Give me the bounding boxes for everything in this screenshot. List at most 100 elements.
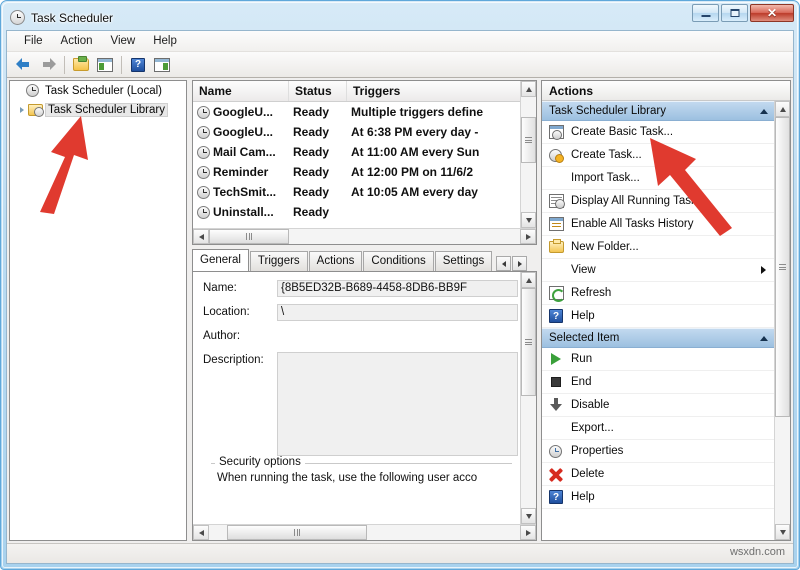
actions-group-task-scheduler-library[interactable]: Task Scheduler Library	[542, 101, 774, 121]
action-label: Create Basic Task...	[571, 126, 674, 138]
show-hide-console-tree-button[interactable]	[94, 54, 116, 75]
tree-node-label: Task Scheduler Library	[45, 102, 168, 117]
description-field[interactable]	[277, 352, 518, 456]
action-refresh[interactable]: Refresh	[542, 282, 774, 305]
security-options-text: When running the task, use the following…	[217, 472, 478, 484]
tab-settings[interactable]: Settings	[434, 251, 493, 271]
actions-pane-title: Actions	[542, 81, 790, 101]
scroll-right-arrow[interactable]	[520, 525, 536, 540]
tab-scroll-right-button[interactable]	[512, 256, 528, 271]
task-clock-icon	[197, 185, 210, 199]
action-help[interactable]: ? Help	[542, 305, 774, 328]
tree-node-task-scheduler-local[interactable]: Task Scheduler (Local)	[10, 81, 186, 100]
scroll-track[interactable]	[521, 97, 536, 212]
back-button[interactable]	[13, 54, 35, 75]
author-field[interactable]	[277, 328, 518, 345]
action-create-task[interactable]: Create Task...	[542, 144, 774, 167]
task-name: Uninstall...	[213, 205, 274, 219]
task-list-horizontal-scrollbar[interactable]	[193, 228, 536, 244]
menu-view[interactable]: View	[102, 33, 145, 49]
tree-node-task-scheduler-library[interactable]: Task Scheduler Library	[10, 100, 186, 119]
table-row[interactable]: TechSmit... Ready At 10:05 AM every day	[193, 182, 520, 202]
table-row[interactable]: GoogleU... Ready At 6:38 PM every day -	[193, 122, 520, 142]
scroll-up-arrow[interactable]	[521, 81, 536, 97]
action-properties[interactable]: Properties	[542, 440, 774, 463]
table-row[interactable]: Reminder Ready At 12:00 PM on 11/6/2	[193, 162, 520, 182]
action-label: Display All Running Tasks	[571, 195, 703, 207]
maximize-button[interactable]	[721, 4, 748, 22]
action-end[interactable]: End	[542, 371, 774, 394]
task-list: Name Status Triggers GoogleU... Ready Mu…	[192, 80, 537, 245]
details-horizontal-scrollbar[interactable]	[193, 524, 536, 540]
action-label: Properties	[571, 445, 624, 457]
tab-conditions[interactable]: Conditions	[363, 251, 434, 271]
scroll-thumb[interactable]	[775, 117, 790, 417]
scroll-left-arrow[interactable]	[193, 525, 209, 540]
column-header-triggers[interactable]: Triggers	[347, 81, 520, 101]
close-button[interactable]: ✕	[750, 4, 794, 22]
scroll-down-arrow[interactable]	[521, 212, 536, 228]
scroll-thumb[interactable]	[209, 229, 289, 244]
tab-scroll-left-button[interactable]	[496, 256, 512, 271]
table-row[interactable]: Mail Cam... Ready At 11:00 AM every Sun	[193, 142, 520, 162]
task-triggers: Multiple triggers define	[351, 105, 484, 119]
scroll-track[interactable]	[775, 117, 790, 524]
menu-help[interactable]: Help	[144, 33, 186, 49]
scroll-track[interactable]	[209, 525, 520, 540]
toolbar-separator-2	[121, 55, 122, 74]
help-button[interactable]: ?	[127, 54, 149, 75]
action-delete[interactable]: Delete	[542, 463, 774, 486]
up-one-level-button[interactable]	[70, 54, 92, 75]
minimize-button[interactable]	[692, 4, 719, 22]
scroll-thumb[interactable]	[521, 117, 536, 163]
action-label: Create Task...	[571, 149, 642, 161]
location-field[interactable]: \	[277, 304, 518, 321]
table-row[interactable]: Uninstall... Ready	[193, 202, 520, 222]
action-run[interactable]: Run	[542, 348, 774, 371]
scroll-down-arrow[interactable]	[521, 508, 536, 524]
task-status: Ready	[293, 205, 330, 219]
scroll-track[interactable]	[521, 288, 536, 508]
table-row[interactable]: GoogleU... Ready Multiple triggers defin…	[193, 102, 520, 122]
tab-actions[interactable]: Actions	[308, 251, 363, 271]
show-hide-action-pane-button[interactable]	[151, 54, 173, 75]
scroll-left-arrow[interactable]	[193, 229, 209, 244]
tab-general[interactable]: General	[192, 249, 249, 271]
scroll-up-arrow[interactable]	[775, 101, 790, 117]
scroll-thumb[interactable]	[227, 525, 367, 540]
task-clock-icon	[197, 145, 210, 159]
name-field[interactable]: {8B5ED32B-B689-4458-8DB6-BB9F	[277, 280, 518, 297]
action-view[interactable]: View	[542, 259, 774, 282]
chevron-up-icon[interactable]	[760, 108, 768, 114]
column-header-status[interactable]: Status	[289, 81, 347, 101]
column-header-name[interactable]: Name	[193, 81, 289, 101]
action-disable[interactable]: Disable	[542, 394, 774, 417]
security-options-group: Security options When running the task, …	[211, 456, 512, 484]
action-help-selected[interactable]: ? Help	[542, 486, 774, 509]
task-list-vertical-scrollbar[interactable]	[520, 81, 536, 228]
tab-triggers[interactable]: Triggers	[249, 251, 308, 271]
scroll-down-arrow[interactable]	[775, 524, 790, 540]
action-create-basic-task[interactable]: Create Basic Task...	[542, 121, 774, 144]
field-description: Description:	[203, 352, 520, 456]
action-new-folder[interactable]: New Folder...	[542, 236, 774, 259]
actions-group-selected-item[interactable]: Selected Item	[542, 328, 774, 348]
scroll-track[interactable]	[209, 229, 520, 244]
action-export[interactable]: Export...	[542, 417, 774, 440]
action-enable-all-tasks-history[interactable]: Enable All Tasks History	[542, 213, 774, 236]
details-vertical-scrollbar[interactable]	[520, 272, 536, 524]
scroll-up-arrow[interactable]	[521, 272, 536, 288]
actions-pane-vertical-scrollbar[interactable]	[774, 101, 790, 540]
action-display-all-running-tasks[interactable]: Display All Running Tasks	[542, 190, 774, 213]
action-import-task[interactable]: Import Task...	[542, 167, 774, 190]
task-clock-icon	[197, 205, 210, 219]
chevron-up-icon[interactable]	[760, 335, 768, 341]
menu-action[interactable]: Action	[52, 33, 102, 49]
scroll-right-arrow[interactable]	[520, 229, 536, 244]
scroll-thumb[interactable]	[521, 288, 536, 396]
task-status: Ready	[293, 105, 330, 119]
chevron-right-icon[interactable]	[16, 104, 28, 116]
menu-file[interactable]: File	[15, 33, 52, 49]
forward-button[interactable]	[37, 54, 59, 75]
field-name: Name: {8B5ED32B-B689-4458-8DB6-BB9F	[203, 280, 520, 297]
